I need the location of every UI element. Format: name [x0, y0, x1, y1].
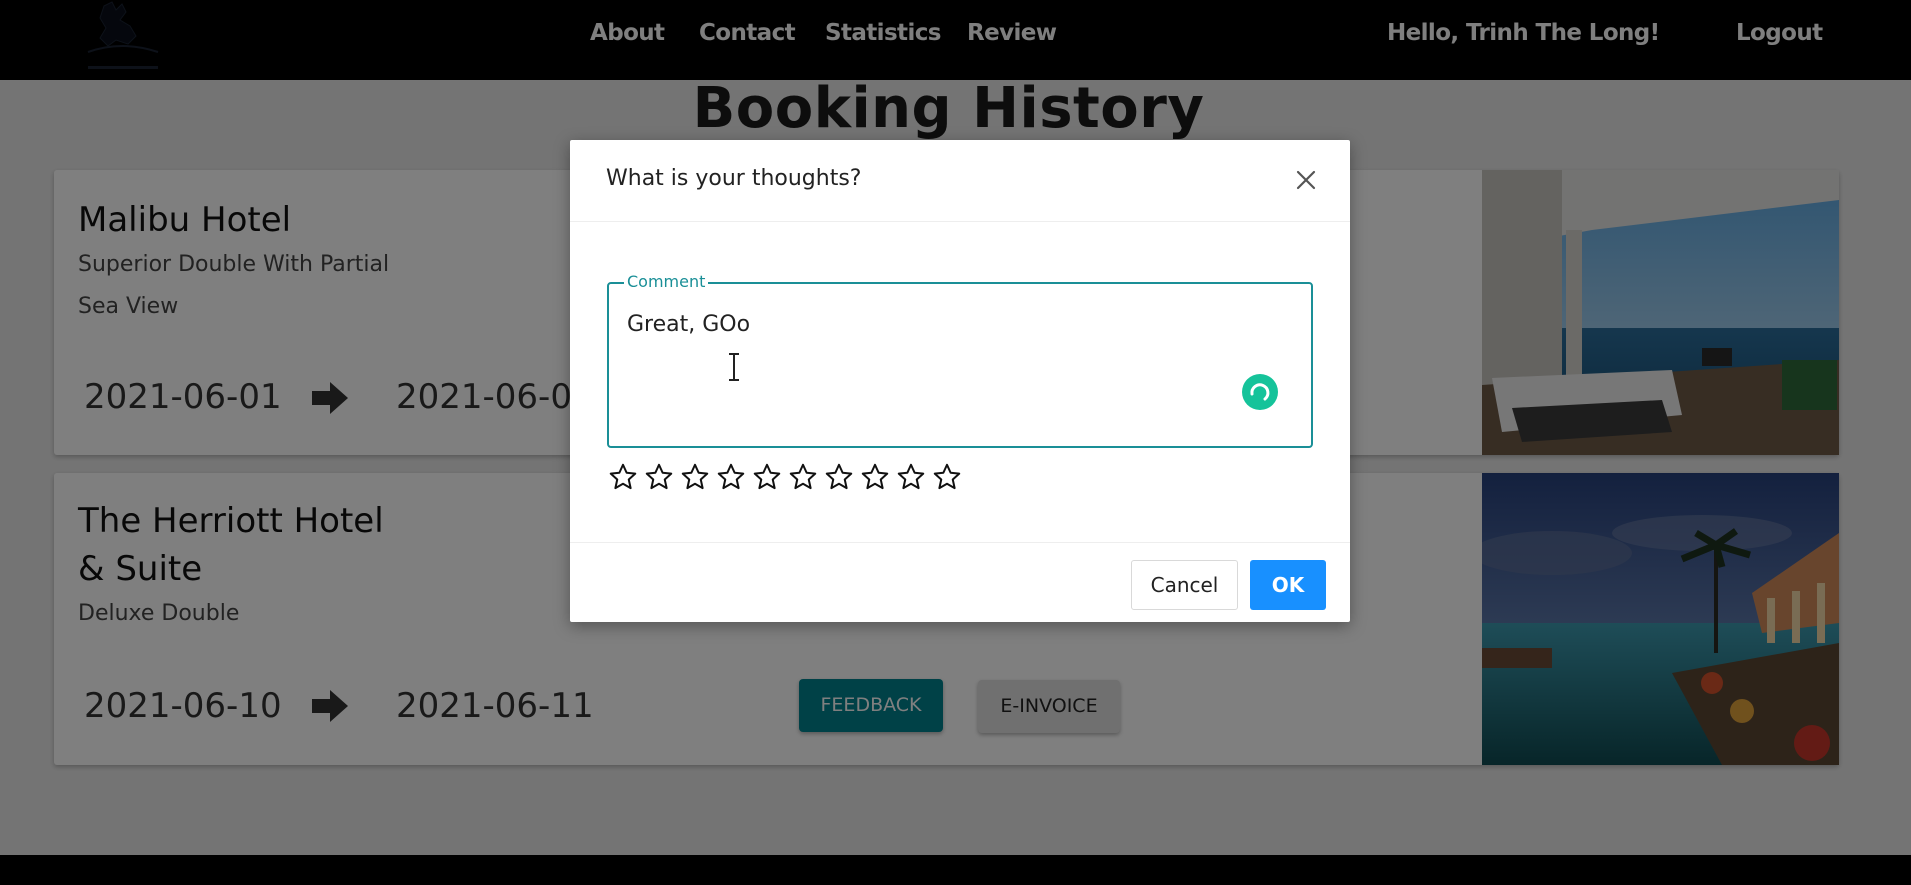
star-outline-icon[interactable] [788, 462, 824, 496]
star-outline-icon[interactable] [644, 462, 680, 496]
star-outline-icon[interactable] [932, 462, 968, 496]
modal-header: What is your thoughts? [570, 140, 1350, 222]
comment-textarea[interactable]: Comment Great, GOo [607, 272, 1313, 448]
comment-input-value[interactable]: Great, GOo [627, 312, 750, 337]
star-outline-icon[interactable] [716, 462, 752, 496]
text-cursor-icon [727, 352, 741, 382]
comment-label: Comment [624, 272, 709, 291]
close-icon[interactable] [1292, 166, 1320, 194]
star-outline-icon[interactable] [608, 462, 644, 496]
star-outline-icon[interactable] [680, 462, 716, 496]
star-outline-icon[interactable] [824, 462, 860, 496]
modal-footer: Cancel OK [570, 542, 1350, 622]
modal-title: What is your thoughts? [606, 166, 862, 191]
ok-button[interactable]: OK [1250, 560, 1326, 610]
star-outline-icon[interactable] [860, 462, 896, 496]
cancel-button[interactable]: Cancel [1131, 560, 1238, 610]
star-outline-icon[interactable] [896, 462, 932, 496]
grammar-assistant-icon[interactable] [1241, 373, 1279, 411]
star-outline-icon[interactable] [752, 462, 788, 496]
feedback-modal: What is your thoughts? Comment Great, GO… [570, 140, 1350, 622]
rating-stars [608, 462, 968, 496]
